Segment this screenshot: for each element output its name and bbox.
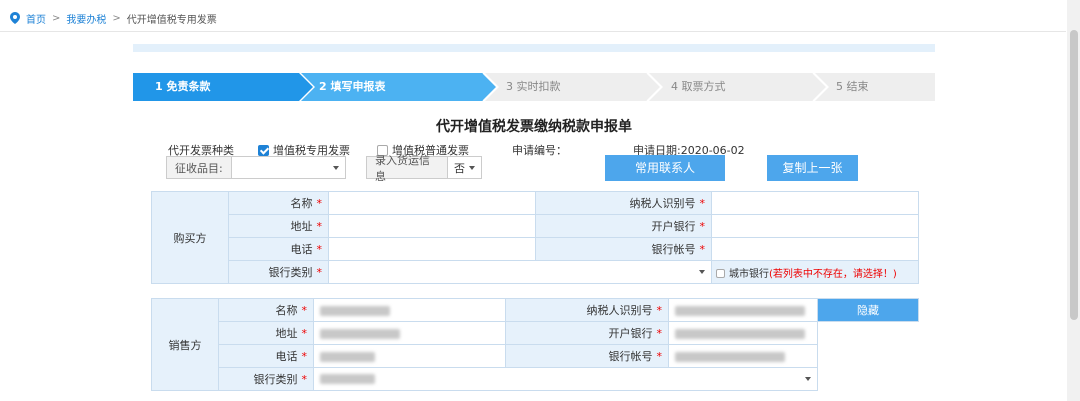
redacted-text [320,374,375,384]
buyer-banktype-select[interactable] [328,260,712,284]
seller-banktype-label: 银行类别 [253,373,298,386]
chevron-down-icon [699,270,705,274]
buyer-bank-input[interactable] [711,214,919,238]
redacted-text [675,305,805,316]
form-title: 代开增值税发票缴纳税款申报单 [436,119,632,135]
redacted-text [675,351,785,362]
seller-bank-value [668,321,818,345]
redacted-text [675,328,805,339]
city-bank-note: (若列表中不存在，请选择！) [769,268,897,280]
chevron-down-icon [805,377,811,381]
common-contacts-button[interactable]: 常用联系人 [605,155,725,181]
buyer-bank-label: 开户银行 [651,220,696,233]
seller-name-label: 名称 [275,304,298,317]
buyer-table: 购买方 名称 * 纳税人识别号 * 地址 * 开户银行 * 电话 * 银行帐号 * 银行类别… [151,191,919,284]
breadcrumb: 首页 > 我要办税 > 代开增值税专用发票 [10,10,217,26]
location-pin-icon [10,12,20,24]
buyer-phone-input[interactable] [328,237,536,261]
buyer-name-label: 名称 [290,197,313,210]
tax-item-select[interactable]: 征收品目: [166,156,346,179]
application-number-label: 申请编号： [512,144,567,157]
breadcrumb-separator: > [112,12,121,24]
seller-address-label: 地址 [275,327,298,340]
cargo-info-value: 否 [454,161,465,175]
seller-party-label: 销售方 [151,298,219,391]
breadcrumb-separator: > [52,12,61,24]
city-bank-option[interactable]: 城市银行(若列表中不存在，请选择！) [711,260,919,284]
checkbox-checked-icon[interactable] [258,144,269,156]
seller-phone-label: 电话 [275,350,298,363]
buyer-account-input[interactable] [711,237,919,261]
breadcrumb-tax[interactable]: 我要办税 [66,11,106,26]
chevron-down-icon [333,165,339,170]
step-wizard: 1 免责条款 2 填写申报表 3 实时扣款 4 取票方式 5 结束 [133,72,935,102]
checkbox-icon[interactable] [716,269,725,278]
step-4[interactable]: 4 取票方式 [671,73,726,101]
scrollbar-thumb[interactable] [1070,30,1078,320]
buyer-taxid-input[interactable] [711,191,919,215]
seller-name-value [313,298,506,322]
seller-taxid-label: 纳税人识别号 [586,304,653,317]
cargo-info-select[interactable]: 录入货运信息 否 [366,154,482,183]
buyer-address-label: 地址 [290,220,313,233]
buyer-address-input[interactable] [328,214,536,238]
panel-header-bar [133,44,935,52]
redacted-text [320,351,375,362]
buyer-party-label: 购买方 [151,191,229,284]
seller-phone-value [313,344,506,368]
buyer-account-label: 银行帐号 [651,243,696,256]
breadcrumb-home[interactable]: 首页 [26,11,46,26]
redacted-text [320,305,390,316]
buyer-phone-label: 电话 [290,243,313,256]
step-2[interactable]: 2 填写申报表 [319,73,385,101]
divider [0,31,1066,32]
seller-bank-label: 开户银行 [608,327,653,340]
cargo-info-label: 录入货运信息 [367,154,448,183]
breadcrumb-current: 代开增值税专用发票 [126,14,217,26]
buyer-name-input[interactable] [328,191,536,215]
step-1[interactable]: 1 免责条款 [155,73,210,101]
tax-item-label: 征收品目: [167,157,232,178]
step-3[interactable]: 3 实时扣款 [506,73,561,101]
seller-banktype-select[interactable] [313,367,818,391]
page-scrollbar[interactable] [1067,0,1080,401]
seller-address-value [313,321,506,345]
seller-account-label: 银行帐号 [608,350,653,363]
redacted-text [320,328,400,339]
seller-taxid-value [668,298,818,322]
buyer-taxid-label: 纳税人识别号 [629,197,696,210]
copy-previous-button[interactable]: 复制上一张 [767,155,858,181]
buyer-banktype-label: 银行类别 [268,266,313,279]
step-5[interactable]: 5 结束 [836,73,869,101]
hide-button[interactable]: 隐藏 [817,298,919,322]
chevron-down-icon [469,165,475,170]
seller-account-value [668,344,818,368]
seller-table: 销售方 名称 * 纳税人识别号 * 隐藏 地址 * 开户银行 * 电话 * 银行帐号 * 银… [151,298,919,391]
